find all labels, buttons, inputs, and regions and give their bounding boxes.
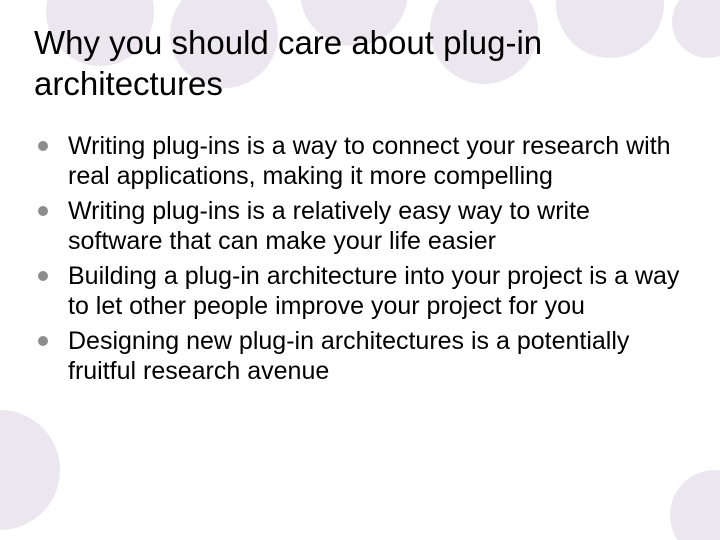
bullet-icon [38,271,48,281]
list-item-text: Building a plug-in architecture into you… [68,262,679,321]
list-item: Writing plug-ins is a relatively easy wa… [34,196,686,257]
list-item-text: Writing plug-ins is a way to connect you… [68,132,671,191]
list-item: Designing new plug-in architectures is a… [34,326,686,387]
bullet-icon [38,336,48,346]
slide-title: Why you should care about plug-in archit… [34,22,686,105]
list-item: Building a plug-in architecture into you… [34,261,686,322]
slide: Why you should care about plug-in archit… [0,0,720,540]
bullet-icon [38,206,48,216]
list-item-text: Designing new plug-in architectures is a… [68,327,629,386]
list-item: Writing plug-ins is a way to connect you… [34,131,686,192]
bullet-icon [38,141,48,151]
bullet-list: Writing plug-ins is a way to connect you… [34,131,686,387]
list-item-text: Writing plug-ins is a relatively easy wa… [68,197,590,256]
